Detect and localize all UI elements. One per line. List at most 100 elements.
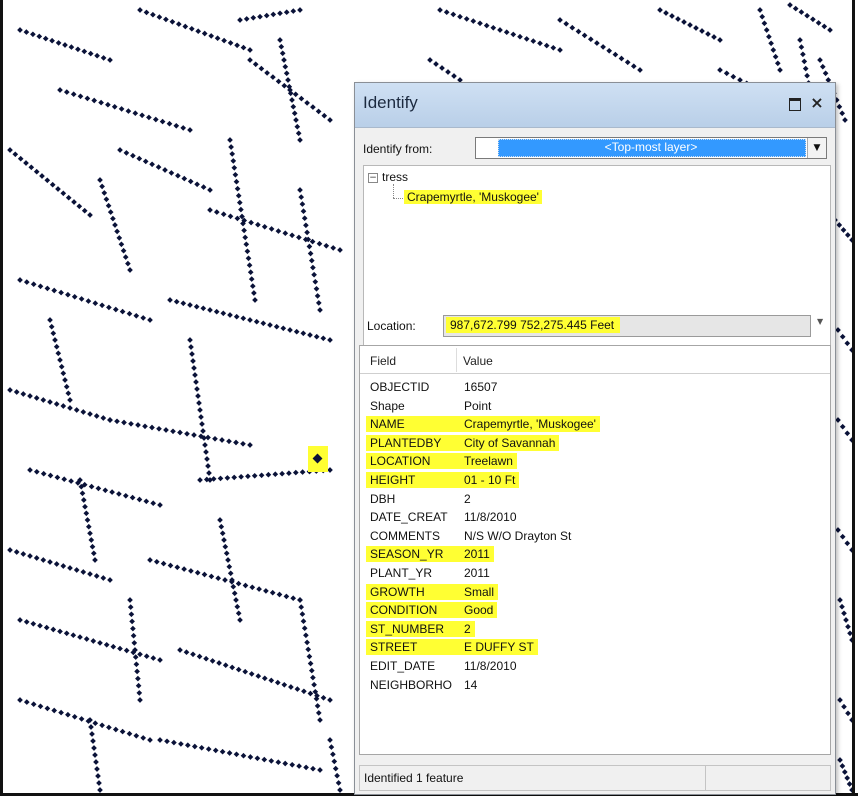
tree-point[interactable] (282, 760, 289, 767)
tree-point[interactable] (62, 42, 68, 48)
tree-point[interactable] (327, 337, 333, 343)
tree-point[interactable] (281, 82, 288, 89)
tree-point[interactable] (261, 756, 268, 763)
tree-point[interactable] (122, 254, 129, 260)
tree-point[interactable] (51, 707, 58, 714)
location-dropdown-icon[interactable]: ▼ (817, 317, 823, 326)
tree-point[interactable] (317, 717, 323, 723)
tree-point[interactable] (306, 653, 313, 660)
tree-point[interactable] (118, 106, 125, 112)
tree-point[interactable] (93, 413, 100, 419)
tree-point[interactable] (133, 732, 140, 739)
tree-point[interactable] (330, 751, 336, 758)
tree-point[interactable] (33, 168, 40, 175)
tree-point[interactable] (247, 317, 253, 323)
tree-point[interactable] (337, 787, 343, 793)
tree-point[interactable] (173, 298, 180, 305)
tree-point[interactable] (78, 296, 85, 302)
tree-point[interactable] (317, 307, 323, 313)
tree-point[interactable] (88, 537, 95, 543)
tree-point[interactable] (92, 557, 98, 563)
tree-point[interactable] (80, 409, 87, 415)
tree-point[interactable] (235, 666, 242, 673)
tree-point[interactable] (57, 628, 63, 635)
tree-point[interactable] (774, 60, 781, 67)
tree-point[interactable] (63, 383, 70, 390)
tree-point[interactable] (44, 705, 51, 712)
tree-point[interactable] (457, 13, 463, 20)
tree-point[interactable] (55, 186, 61, 192)
tree-point[interactable] (328, 744, 335, 750)
tree-point[interactable] (231, 590, 238, 597)
tree-point[interactable] (219, 748, 226, 755)
tree-point[interactable] (772, 53, 779, 60)
tree-point[interactable] (503, 29, 510, 36)
tree-point[interactable] (294, 686, 301, 692)
tree-point[interactable] (227, 40, 234, 46)
tree-point[interactable] (247, 47, 253, 53)
tree-point[interactable] (169, 18, 176, 25)
tree-point[interactable] (37, 622, 43, 629)
tree-point[interactable] (770, 47, 777, 53)
tree-point[interactable] (88, 724, 94, 730)
tree-point[interactable] (207, 207, 213, 213)
tree-point[interactable] (321, 112, 328, 119)
tree-point[interactable] (268, 226, 275, 232)
tree-point[interactable] (200, 305, 207, 312)
table-row[interactable]: EDIT_DATE 11/8/2010 (360, 656, 830, 675)
tree-point[interactable] (427, 57, 433, 63)
tree-point[interactable] (222, 577, 228, 583)
tree-point[interactable] (337, 247, 343, 253)
tree-point[interactable] (800, 51, 806, 58)
tree-point[interactable] (140, 735, 147, 741)
tree-point[interactable] (71, 199, 77, 205)
tree-point[interactable] (182, 23, 189, 30)
tree-point[interactable] (58, 709, 64, 716)
tree-point[interactable] (187, 178, 194, 185)
tree-point[interactable] (30, 281, 37, 288)
tree-point[interactable] (47, 472, 54, 479)
tree-point[interactable] (315, 300, 322, 306)
tree-point[interactable] (827, 27, 833, 33)
tree-point[interactable] (97, 177, 103, 183)
tree-point[interactable] (125, 260, 131, 267)
tree-point[interactable] (114, 418, 120, 425)
table-row[interactable]: SEASON_YR 2011 (360, 544, 830, 563)
tree-point[interactable] (107, 577, 113, 583)
tree-point[interactable] (129, 618, 135, 625)
tree-point[interactable] (105, 202, 112, 209)
tree-point[interactable] (293, 328, 300, 335)
tree-point[interactable] (663, 10, 669, 16)
tree-point[interactable] (147, 557, 153, 563)
tree-point[interactable] (155, 164, 162, 170)
tree-point[interactable] (225, 557, 231, 563)
tree-point[interactable] (298, 604, 305, 610)
tree-point[interactable] (301, 688, 307, 695)
tree-point[interactable] (451, 73, 457, 79)
tree-point[interactable] (44, 285, 51, 292)
tree-point[interactable] (787, 2, 793, 8)
tree-point[interactable] (240, 44, 247, 51)
tree-point[interactable] (147, 737, 153, 743)
tree-point[interactable] (50, 330, 57, 337)
table-row[interactable]: OBJECTID 16507 (360, 377, 830, 396)
tree-point[interactable] (234, 603, 241, 610)
tree-point[interactable] (166, 120, 173, 127)
tree-point[interactable] (37, 283, 44, 290)
tree-point[interactable] (637, 67, 643, 73)
tree-point[interactable] (230, 583, 237, 590)
tree-point[interactable] (190, 358, 196, 364)
tree-point[interactable] (844, 430, 851, 437)
tree-point[interactable] (137, 7, 143, 13)
tree-point[interactable] (810, 16, 816, 23)
tree-point[interactable] (477, 20, 483, 27)
tree-point[interactable] (163, 16, 169, 23)
tree-point[interactable] (63, 630, 70, 637)
tree-point[interactable] (85, 523, 92, 530)
tree-point[interactable] (112, 726, 119, 733)
tree-point[interactable] (308, 257, 315, 264)
tree-point[interactable] (257, 13, 263, 20)
tree-point[interactable] (301, 625, 308, 632)
tree-point[interactable] (206, 470, 212, 476)
tree-point[interactable] (173, 122, 180, 129)
